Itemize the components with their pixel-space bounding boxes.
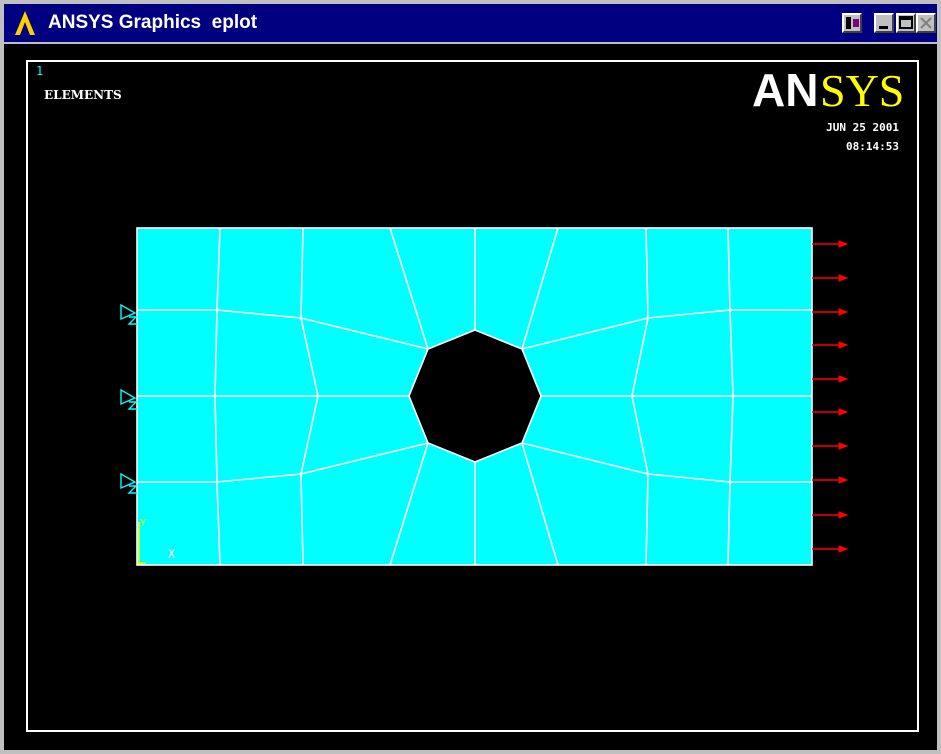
- mesh: [136, 227, 813, 566]
- ansys-graphics-window: ANSYS Graphics eplot 1 ELEMENTS AN SYS J…: [0, 0, 941, 754]
- pressure-load-arrows: [812, 240, 849, 553]
- load-arrow: [812, 308, 849, 316]
- close-button[interactable]: [916, 13, 936, 33]
- window-number: 1: [36, 64, 43, 78]
- ansys-logo-icon: [12, 10, 38, 36]
- hole-edge: [408, 329, 542, 463]
- logo-sys: SYS: [820, 65, 904, 116]
- triad-x-label: X: [168, 547, 176, 561]
- element-plot[interactable]: 1 ELEMENTS AN SYS JUN 25 2001 08:14:53 Y…: [4, 44, 937, 750]
- title-bar[interactable]: ANSYS Graphics eplot: [4, 4, 937, 42]
- plot-time: 08:14:53: [846, 140, 899, 153]
- maximize-icon: [899, 16, 913, 29]
- constraint-symbol: [120, 303, 138, 325]
- maximize-button[interactable]: [896, 13, 916, 33]
- load-arrow: [812, 511, 849, 519]
- load-arrow: [812, 408, 849, 416]
- options-button[interactable]: [842, 13, 862, 33]
- minimize-button[interactable]: [874, 13, 894, 33]
- constraint-symbol: [120, 472, 138, 494]
- ansys-brand-logo: AN SYS: [752, 64, 904, 116]
- load-arrow: [812, 375, 849, 383]
- triad-y-label: Y: [140, 518, 146, 529]
- load-arrow: [812, 545, 849, 553]
- minimize-icon: [879, 26, 888, 29]
- constraint-symbol: [120, 388, 138, 410]
- load-arrow: [812, 476, 849, 484]
- logo-an: AN: [752, 64, 818, 116]
- plot-date: JUN 25 2001: [826, 121, 899, 134]
- load-arrow: [812, 442, 849, 450]
- graphics-area[interactable]: 1 ELEMENTS AN SYS JUN 25 2001 08:14:53 Y…: [4, 44, 937, 750]
- load-arrow: [812, 274, 849, 282]
- options-icon: [846, 17, 859, 29]
- displacement-constraints: [120, 303, 138, 494]
- load-arrow: [812, 341, 849, 349]
- window-title: ANSYS Graphics eplot: [48, 12, 258, 33]
- close-icon: [920, 17, 932, 29]
- plot-label: ELEMENTS: [44, 88, 122, 102]
- load-arrow: [812, 240, 849, 248]
